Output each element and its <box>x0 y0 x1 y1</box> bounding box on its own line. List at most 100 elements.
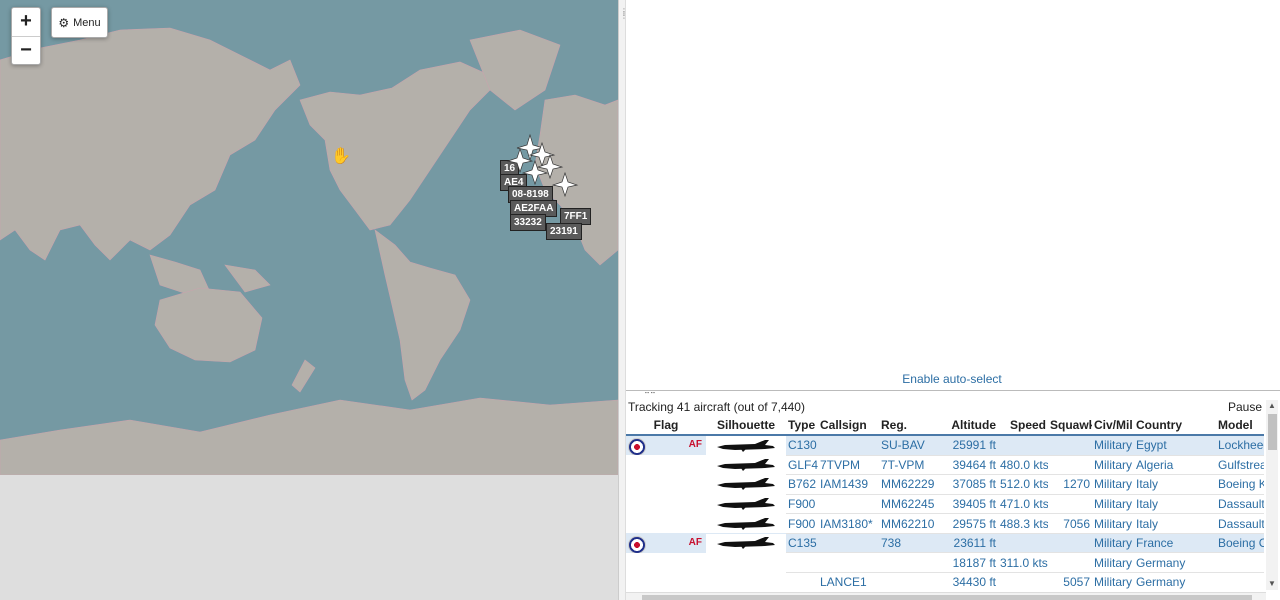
table-row[interactable]: AF C130 SU-BAV 25991 ft Military Egypt Lockhee… <box>626 435 1264 456</box>
cell-type: F900 <box>786 494 818 515</box>
cell-squawk: 1270 <box>1048 474 1092 495</box>
aircraft-silhouette-icon <box>706 514 786 534</box>
table-row[interactable]: F900 MM62245 39405 ft 471.0 kts Military Ital… <box>626 494 1264 515</box>
cell-speed: 480.0 kts <box>998 455 1048 476</box>
cell-flag <box>626 513 706 534</box>
cell-altitude: 23611 ft <box>940 533 998 554</box>
cell-type: B762 <box>786 474 818 495</box>
cell-model: Dassault Falcon 900 <box>1216 494 1264 515</box>
cell-squawk <box>1048 533 1092 554</box>
col-civmil[interactable]: Civ/Mil <box>1092 416 1134 436</box>
table-row[interactable]: GLF4 7TVPM 7T-VPM 39464 ft 480.0 kts Military… <box>626 455 1264 476</box>
zoom-out-button[interactable]: − <box>12 36 40 64</box>
hscroll-thumb[interactable] <box>642 595 1252 600</box>
cell-flag: AF <box>626 435 706 455</box>
cell-reg: 738 <box>879 533 940 554</box>
roundel-flag-icon <box>628 438 646 455</box>
cell-civmil: Military <box>1092 455 1134 476</box>
cell-altitude: 29575 ft <box>940 513 998 534</box>
cell-civmil: Military <box>1092 533 1134 554</box>
cell-country: France <box>1134 533 1216 554</box>
cell-flag <box>626 494 706 514</box>
cell-speed: 488.3 kts <box>998 513 1048 534</box>
table-header-row: Flag Silhouette Type Callsign Reg. Altit… <box>626 416 1264 436</box>
cell-speed <box>998 572 1048 592</box>
aircraft-silhouette-icon <box>706 436 786 455</box>
flag-code: AF <box>688 536 702 548</box>
hand-cursor-icon: ✋ <box>331 148 351 165</box>
zoom-in-button[interactable]: + <box>12 8 40 36</box>
col-model[interactable]: Model <box>1216 416 1264 436</box>
cell-flag <box>626 552 706 573</box>
col-altitude[interactable]: Altitude <box>940 416 998 436</box>
aircraft-silhouette-icon <box>706 455 786 475</box>
cell-squawk <box>1048 552 1092 574</box>
aircraft-silhouette-icon <box>706 572 786 592</box>
cell-squawk: 7056 <box>1048 513 1092 534</box>
cell-model: Boeing KC-767 <box>1216 474 1264 495</box>
cell-civmil: Military <box>1092 552 1134 574</box>
table-row[interactable]: F900 IAM3180* MM62210 29575 ft 488.3 kts 7056… <box>626 513 1264 534</box>
cell-silhouette <box>706 435 786 455</box>
scroll-up-icon[interactable]: ▲ <box>1266 400 1278 412</box>
gear-icon: ⚙ <box>58 15 70 30</box>
cell-callsign: 7TVPM <box>818 455 879 476</box>
cell-reg: SU-BAV <box>879 435 940 456</box>
cell-reg: MM62245 <box>879 494 940 515</box>
col-callsign[interactable]: Callsign <box>818 416 879 436</box>
cell-flag: AF <box>626 533 706 553</box>
aircraft-label[interactable]: 23191 <box>546 223 582 240</box>
cell-callsign: LANCE1 <box>818 572 879 592</box>
map-land <box>0 27 618 475</box>
cell-civmil: Military <box>1092 513 1134 534</box>
cell-flag <box>626 572 706 592</box>
cell-altitude: 25991 ft <box>940 435 998 456</box>
aircraft-silhouette-icon <box>706 553 786 573</box>
col-country[interactable]: Country <box>1134 416 1216 436</box>
horizontal-scrollbar[interactable] <box>626 592 1266 600</box>
aircraft-silhouette-icon <box>706 474 786 494</box>
cell-altitude: 39405 ft <box>940 494 998 515</box>
col-silhouette[interactable]: Silhouette <box>706 416 786 436</box>
enable-auto-select-link[interactable]: Enable auto-select <box>626 372 1278 386</box>
cell-callsign <box>818 552 879 574</box>
cell-type: GLF4 <box>786 455 818 476</box>
table-row[interactable]: 18187 ft 311.0 kts Military Germany <box>626 552 1264 574</box>
cell-speed <box>998 533 1048 554</box>
cell-silhouette <box>706 572 786 592</box>
cell-country: Germany <box>1134 572 1216 592</box>
table-row[interactable]: AF C135 73823611 ft MilitaryFranceBoeing C-… <box>626 533 1264 554</box>
menu-button[interactable]: ⚙ Menu <box>51 7 108 38</box>
col-squawk[interactable]: Squawk <box>1048 416 1092 436</box>
table-row[interactable]: B762 IAM1439 MM62229 37085 ft 512.0 kts 1270 M… <box>626 474 1264 495</box>
cell-reg <box>879 552 940 574</box>
aircraft-cluster-icons[interactable] <box>500 125 590 205</box>
aircraft-table: Flag Silhouette Type Callsign Reg. Altit… <box>626 416 1264 592</box>
cell-squawk: 5057 <box>1048 572 1092 592</box>
scroll-down-icon[interactable]: ▼ <box>1266 578 1278 590</box>
scroll-thumb[interactable] <box>1268 414 1277 450</box>
cell-model <box>1216 572 1264 592</box>
aircraft-table-wrapper: Flag Silhouette Type Callsign Reg. Altit… <box>626 416 1264 592</box>
cell-reg: MM62229 <box>879 474 940 495</box>
vertical-scrollbar[interactable]: ▲ ▼ <box>1266 400 1278 590</box>
pause-button[interactable]: Pause <box>1228 400 1262 414</box>
cell-civmil: Military <box>1092 494 1134 515</box>
cell-type: F900 <box>786 513 818 534</box>
cell-civmil: Military <box>1092 572 1134 592</box>
cell-callsign <box>818 435 879 456</box>
cell-speed: 512.0 kts <box>998 474 1048 495</box>
col-type[interactable]: Type <box>786 416 818 436</box>
col-reg[interactable]: Reg. <box>879 416 940 436</box>
cell-speed: 311.0 kts <box>998 552 1048 574</box>
col-speed[interactable]: Speed <box>998 416 1048 436</box>
pane-splitter[interactable]: ⋮ ⋮ <box>618 0 628 600</box>
table-row[interactable]: LANCE1 34430 ft 5057 Military Germany <box>626 572 1264 592</box>
zoom-control: + − <box>11 7 41 65</box>
aircraft-label[interactable]: 33232 <box>510 214 546 231</box>
list-resize-bar[interactable]: ⠒⠒ <box>626 389 1280 398</box>
world-map[interactable]: + − ⚙ Menu ✋ 16 AE4 08-8198 AE2FAA 33232… <box>0 0 618 475</box>
cell-silhouette <box>706 533 786 553</box>
cell-silhouette <box>706 494 786 514</box>
col-flag[interactable]: Flag <box>626 416 706 436</box>
